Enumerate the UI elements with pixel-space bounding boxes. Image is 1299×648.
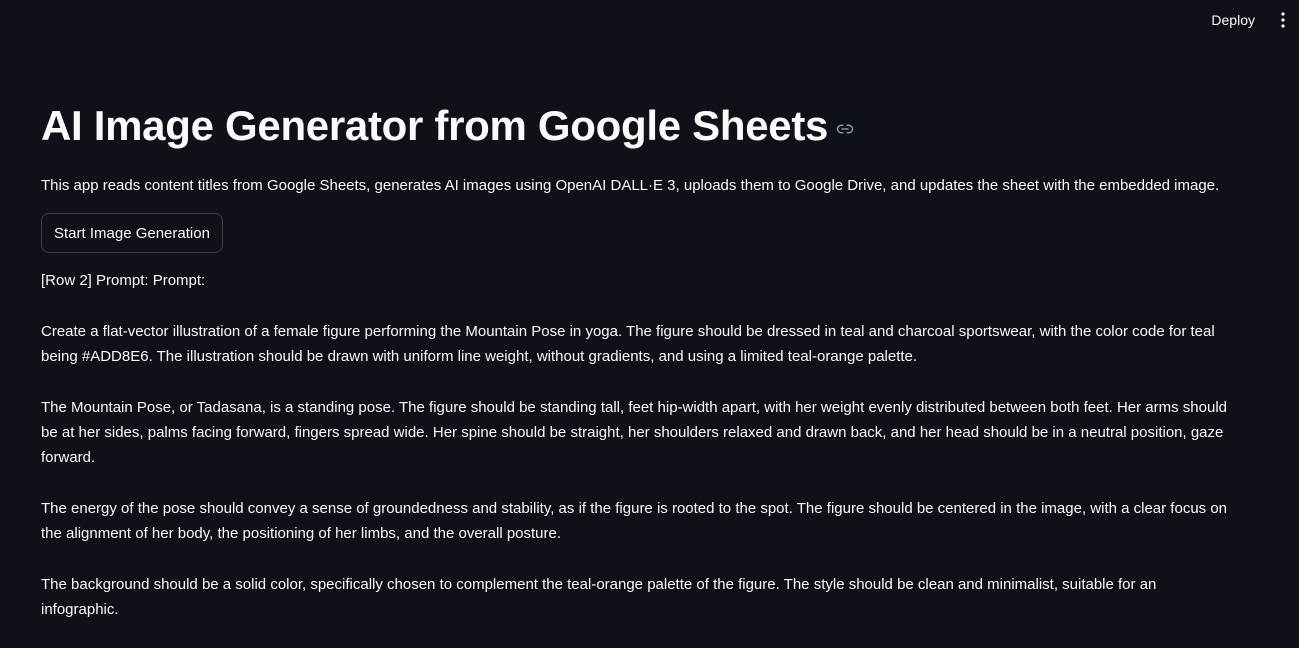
- output-paragraph: The Mountain Pose, or Tadasana, is a sta…: [41, 399, 1227, 466]
- main-menu-button[interactable]: [1271, 8, 1295, 32]
- app-description: This app reads content titles from Googl…: [41, 177, 1220, 194]
- deploy-button[interactable]: Deploy: [1199, 8, 1267, 32]
- start-image-generation-button[interactable]: Start Image Generation: [41, 213, 223, 253]
- title-row: AI Image Generator from Google Sheets: [41, 96, 1241, 156]
- output-paragraph: [Row 2] Prompt: Prompt:: [41, 272, 206, 289]
- top-toolbar: Deploy: [0, 0, 1299, 40]
- link-icon[interactable]: [836, 120, 854, 138]
- output-paragraph: Create a flat-vector illustration of a f…: [41, 323, 1215, 365]
- main-content: AI Image Generator from Google Sheets Th…: [41, 96, 1241, 648]
- vertical-ellipsis-icon: [1281, 12, 1285, 28]
- generation-output: [Row 2] Prompt: Prompt: Create a flat-ve…: [41, 268, 1231, 622]
- output-paragraph: The energy of the pose should convey a s…: [41, 500, 1228, 542]
- page-title: AI Image Generator from Google Sheets: [41, 102, 829, 149]
